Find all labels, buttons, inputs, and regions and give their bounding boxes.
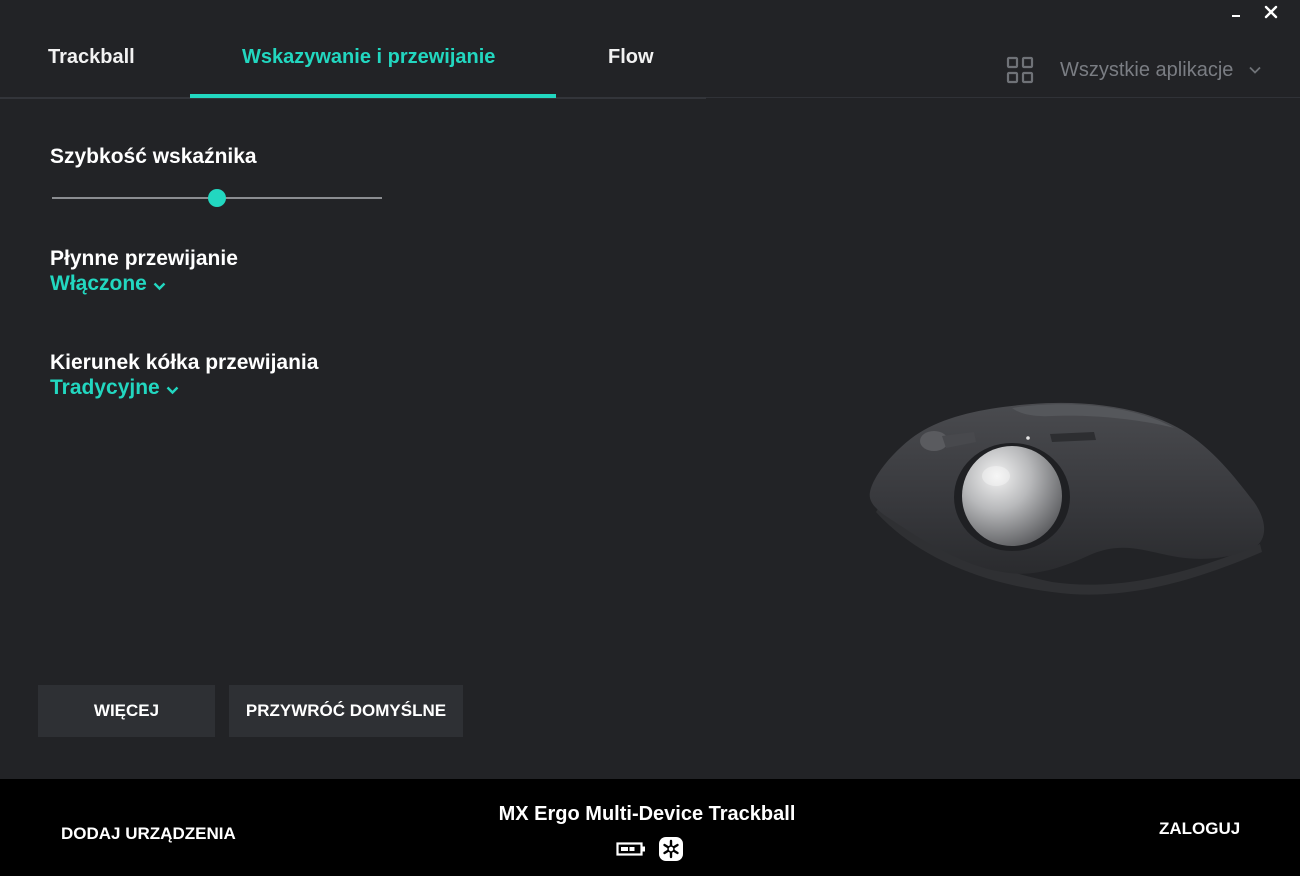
chevron-down-icon (166, 386, 179, 394)
header-divider (706, 97, 1300, 98)
scroll-direction-value: Tradycyjne (50, 376, 160, 399)
chevron-down-icon (1249, 66, 1262, 74)
unifying-receiver-icon (659, 837, 683, 861)
chevron-down-icon (153, 282, 166, 290)
slider-thumb[interactable] (208, 189, 226, 207)
more-button[interactable]: WIĘCEJ (38, 685, 215, 737)
device-status (616, 836, 684, 862)
pointer-speed-title: Szybkość wskaźnika (50, 145, 257, 168)
battery-icon (616, 842, 645, 856)
footer-bar: DODAJ URZĄDZENIA MX Ergo Multi-Device Tr… (0, 779, 1300, 876)
device-name[interactable]: MX Ergo Multi-Device Trackball (0, 803, 1294, 826)
tab-flow[interactable]: Flow (608, 46, 654, 69)
restore-defaults-button[interactable]: PRZYWRÓĆ DOMYŚLNE (229, 685, 463, 737)
add-devices-button[interactable]: DODAJ URZĄDZENIA (61, 824, 236, 844)
login-button[interactable]: ZALOGUJ (1159, 819, 1240, 839)
trackball-device-image (869, 402, 1265, 595)
close-icon[interactable] (1261, 2, 1281, 22)
tab-bar: Trackball Wskazywanie i przewijanie Flow (0, 0, 706, 99)
smooth-scrolling-dropdown[interactable]: Włączone (50, 272, 166, 296)
tab-pointing-and-scrolling[interactable]: Wskazywanie i przewijanie (242, 46, 495, 69)
application-selector[interactable]: Wszystkie aplikacje (1006, 54, 1262, 86)
scroll-direction-dropdown[interactable]: Tradycyjne (50, 376, 179, 400)
active-tab-indicator (190, 94, 556, 98)
pointer-speed-slider[interactable] (52, 188, 382, 208)
tab-trackball[interactable]: Trackball (48, 46, 135, 69)
smooth-scrolling-title: Płynne przewijanie (50, 247, 238, 270)
logitech-options-window: Trackball Wskazywanie i przewijanie Flow… (0, 0, 1300, 876)
application-selector-label: Wszystkie aplikacje (1060, 58, 1234, 81)
smooth-scrolling-value: Włączone (50, 272, 147, 295)
scroll-direction-title: Kierunek kółka przewijania (50, 351, 319, 374)
minimize-button[interactable] (1229, 4, 1245, 20)
apps-grid-icon (1006, 56, 1034, 84)
